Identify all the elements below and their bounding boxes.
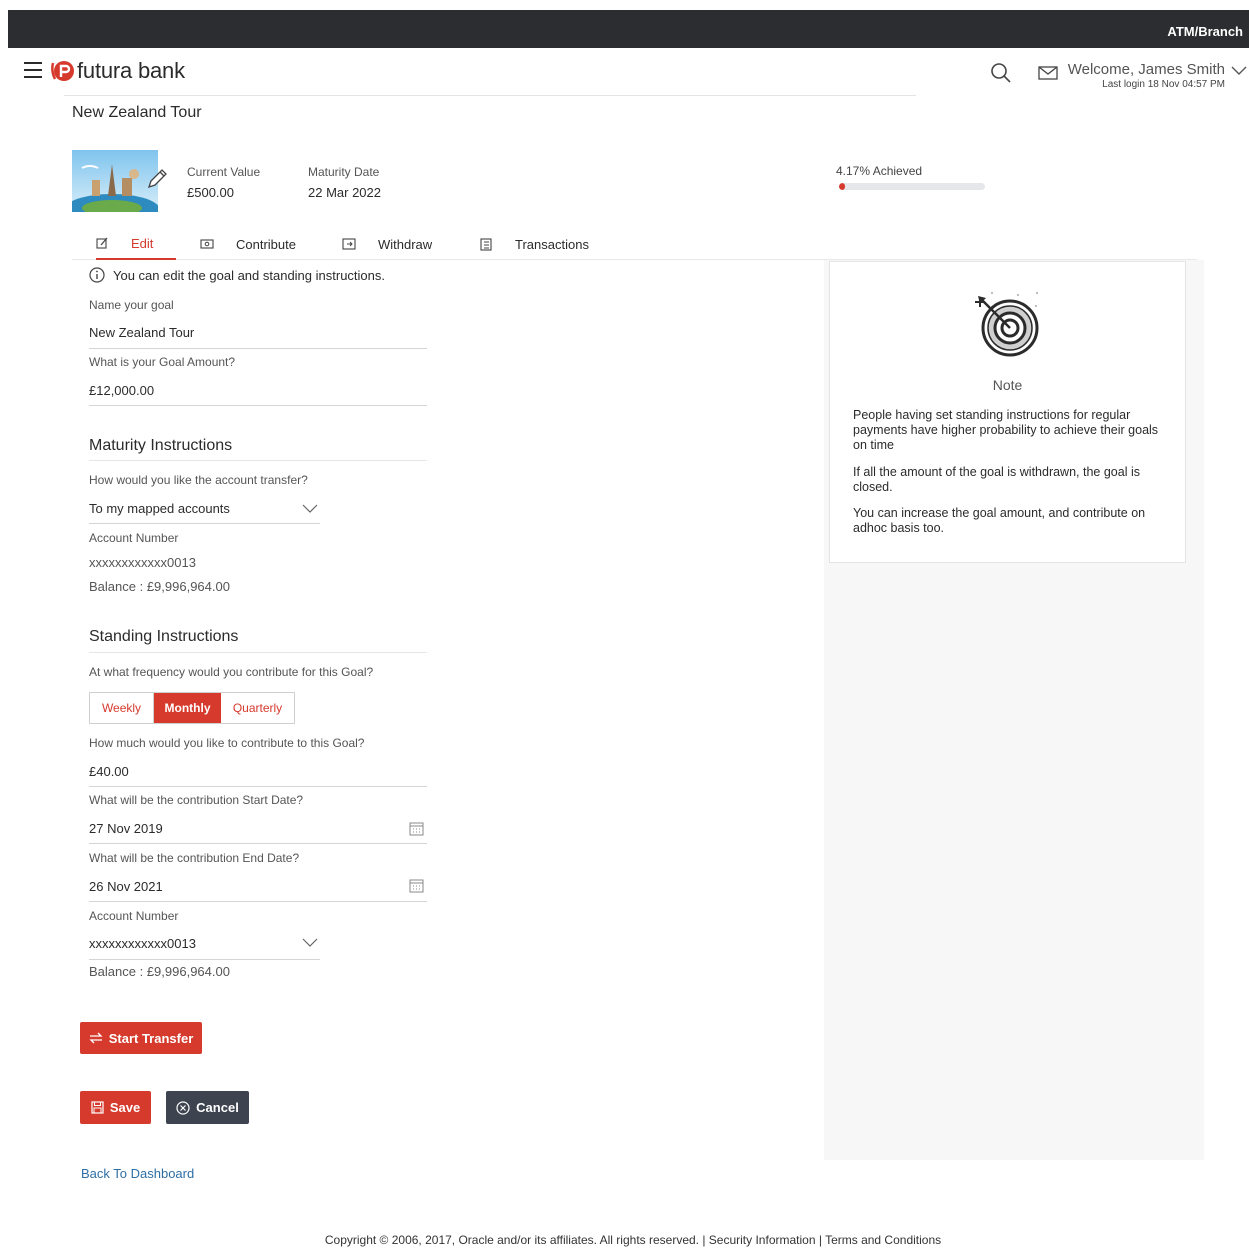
divider [89, 460, 427, 461]
tab-label: Edit [131, 235, 154, 251]
maturity-instructions-title: Maturity Instructions [89, 437, 233, 454]
divider [89, 786, 427, 787]
cancel-icon [176, 1100, 190, 1115]
tab-label: Contribute [236, 236, 296, 252]
standing-instructions-title: Standing Instructions [89, 628, 239, 645]
note-line: You can increase the goal amount, and co… [853, 506, 1146, 535]
atm-branch-link[interactable]: ATM/Branch [1167, 24, 1243, 39]
progress-fill [839, 183, 846, 190]
back-to-dashboard-link[interactable]: Back To Dashboard [81, 1166, 194, 1181]
info-icon [89, 267, 105, 283]
transfer-type-select[interactable]: To my mapped accounts [89, 501, 230, 516]
frequency-weekly-button[interactable]: Weekly [90, 693, 154, 723]
progress-bar [839, 183, 985, 190]
page-title: New Zealand Tour [72, 104, 202, 121]
top-bar: ATM/Branch [8, 10, 1249, 48]
info-message: You can edit the goal and standing instr… [89, 267, 385, 283]
start-transfer-label: Start Transfer [108, 1030, 194, 1046]
maturity-date: Maturity Date 22 Mar 2022 [308, 165, 381, 200]
standing-balance: Balance : £9,996,964.00 [89, 964, 230, 979]
transfer-icon [89, 1032, 103, 1044]
frequency-monthly-button[interactable]: Monthly [154, 693, 221, 723]
welcome-text: Welcome, James Smith [1067, 61, 1225, 78]
current-value-label: Current Value [187, 165, 261, 179]
end-date-input[interactable]: 26 Nov 2021 [89, 879, 163, 894]
standing-account-label: Account Number [89, 909, 179, 923]
cancel-button[interactable]: Cancel [166, 1091, 249, 1124]
end-date-label: What will be the contribution End Date? [89, 851, 300, 865]
futura-logo-icon [51, 61, 74, 81]
goal-amount-input[interactable]: £12,000.00 [89, 383, 154, 398]
current-value-amount: £500.00 [187, 185, 234, 200]
search-icon[interactable] [990, 62, 1012, 84]
header: futura bank Welcome, James Smith Last lo… [8, 48, 1249, 96]
maturity-date-value: 22 Mar 2022 [308, 185, 381, 200]
tab-edit[interactable]: Edit [96, 228, 176, 260]
divider [89, 523, 320, 524]
maturity-date-label: Maturity Date [308, 165, 380, 179]
standing-account-select[interactable]: xxxxxxxxxxxx0013 [89, 936, 196, 951]
mail-icon[interactable] [1038, 65, 1058, 81]
start-date-input[interactable]: 27 Nov 2019 [89, 821, 163, 836]
tab-transactions[interactable]: Transactions [480, 228, 589, 260]
transfer-type-label: How would you like the account transfer? [89, 473, 308, 487]
withdraw-icon [342, 238, 356, 250]
brand-logo[interactable]: futura bank [51, 58, 185, 84]
tab-withdraw[interactable]: Withdraw [342, 228, 432, 260]
calendar-icon[interactable] [409, 821, 424, 836]
divider [64, 95, 916, 96]
divider [89, 959, 320, 960]
info-text: You can edit the goal and standing instr… [113, 267, 385, 283]
last-login-text: Last login 18 Nov 04:57 PM [1102, 79, 1225, 90]
chevron-down-icon[interactable] [302, 504, 318, 514]
note-line: People having set standing instructions … [853, 408, 1159, 452]
menu-icon[interactable] [24, 62, 42, 78]
note-line: If all the amount of the goal is withdra… [853, 465, 1140, 494]
chevron-down-icon[interactable] [302, 938, 318, 948]
edit-icon [96, 237, 108, 249]
footer-text: Copyright © 2006, 2017, Oracle and/or it… [324, 1233, 942, 1247]
cancel-label: Cancel [196, 1100, 239, 1115]
note-panel: Note People having set standing instruct… [829, 261, 1186, 563]
goal-name-input[interactable]: New Zealand Tour [89, 325, 194, 340]
calendar-icon[interactable] [409, 878, 424, 893]
maturity-balance: Balance : £9,996,964.00 [89, 579, 230, 594]
transactions-icon [480, 237, 492, 251]
contribution-amount-input[interactable]: £40.00 [89, 764, 129, 779]
save-icon [91, 1101, 104, 1114]
contribute-icon [200, 239, 214, 249]
target-icon [975, 292, 1039, 357]
edit-image-icon[interactable] [146, 168, 168, 190]
divider [89, 901, 427, 902]
save-label: Save [109, 1100, 141, 1115]
maturity-account-value: xxxxxxxxxxxx0013 [89, 555, 196, 570]
tab-label: Transactions [515, 236, 589, 252]
brand-name: futura bank [77, 58, 185, 83]
divider [89, 405, 427, 406]
goal-amount-label: What is your Goal Amount? [89, 355, 236, 369]
start-transfer-button[interactable]: Start Transfer [80, 1022, 202, 1054]
chevron-down-icon[interactable] [1231, 66, 1247, 76]
achieved-label: 4.17% Achieved [836, 164, 923, 178]
divider [89, 843, 427, 844]
goal-name-label: Name your goal [89, 298, 174, 312]
start-date-label: What will be the contribution Start Date… [89, 793, 304, 807]
tab-label: Withdraw [378, 236, 433, 252]
frequency-toggle: Weekly Monthly Quarterly [89, 692, 295, 724]
frequency-quarterly-button[interactable]: Quarterly [221, 693, 294, 723]
contribution-amount-label: How much would you like to contribute to… [89, 736, 365, 750]
frequency-label: At what frequency would you contribute f… [89, 665, 374, 679]
save-button[interactable]: Save [80, 1091, 151, 1124]
user-menu[interactable]: Welcome, James Smith Last login 18 Nov 0… [1068, 61, 1225, 90]
divider [89, 348, 427, 349]
tab-contribute[interactable]: Contribute [200, 228, 296, 260]
current-value: Current Value £500.00 [187, 165, 260, 200]
tab-bar: Edit Contribute Withdraw Transactions [72, 228, 1197, 260]
note-title: Note [992, 377, 1023, 393]
maturity-account-label: Account Number [89, 531, 179, 545]
divider [89, 652, 427, 653]
